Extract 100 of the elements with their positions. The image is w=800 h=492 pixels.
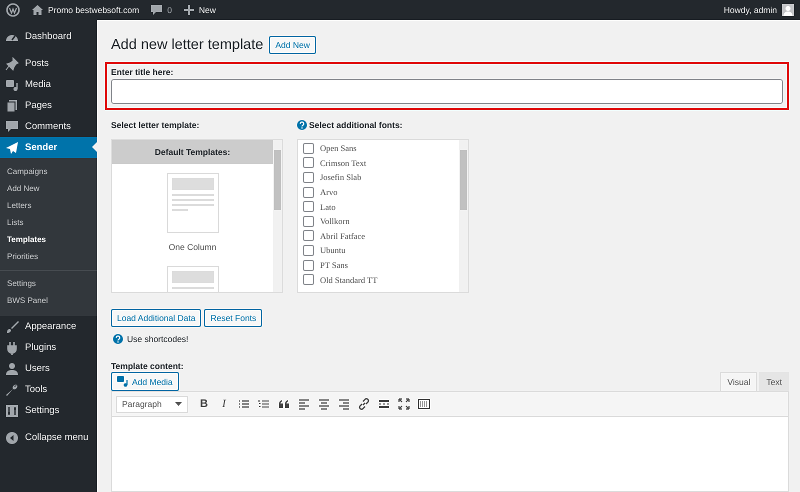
editor-tab[interactable]: Visual [720,372,758,391]
submenu-item[interactable]: Settings [0,270,97,292]
fullscreen-icon [398,398,410,410]
new-link[interactable]: New [184,5,216,15]
wordpress-logo-icon [6,3,20,17]
sidebar-item[interactable]: Settings [0,400,97,421]
sidebar-item[interactable]: Media [0,74,97,95]
checkbox[interactable] [303,172,314,183]
media-icon [117,376,128,387]
font-list[interactable]: Open Sans Crimson Text Josefin Slab Arvo Lato Vollkorn Abril Fatface Ubuntu PT Sans Old Standard TT [297,139,469,293]
template-thumbnail-icon [166,173,218,233]
sidebar-item[interactable]: Pages [0,95,97,116]
checkbox[interactable] [303,186,314,198]
font-name: Abril Fatface [320,230,366,241]
checkbox[interactable] [303,216,314,227]
help-icon [297,120,307,130]
home-icon [32,5,43,15]
sidebar-item[interactable]: Users [0,358,97,379]
pages-icon [5,98,19,112]
speech-bubble-icon [5,120,19,134]
sidebar-item[interactable]: Tools [0,379,97,400]
collapse-menu-button[interactable]: Collapse menu [0,427,97,448]
sidebar-item[interactable]: Sender [0,137,97,158]
template-group-title: Default Templates: [112,140,273,164]
font-name: Lato [320,202,336,212]
font-name: Old Standard TT [320,274,378,285]
checkbox[interactable] [303,260,314,271]
submenu-item[interactable]: BWS Panel [0,292,97,309]
checkbox[interactable] [303,244,314,256]
fonts-label: Select additional fonts: [309,120,403,130]
checkbox[interactable] [303,274,314,286]
link-button[interactable] [356,396,372,412]
numbered-list-icon [258,398,270,410]
checkbox[interactable] [303,201,314,212]
font-name: Arvo [320,187,338,198]
site-link[interactable]: Promo bestwebsoft.com [32,5,140,15]
paper-plane-icon [5,140,19,154]
read-more-icon [378,398,390,410]
font-name: Ubuntu [320,245,346,256]
quote-icon [278,398,290,410]
scrollbar[interactable] [459,140,468,292]
fullscreen-button[interactable] [396,396,412,412]
action-button[interactable]: Load Additional Data [111,309,202,327]
font-name: Josefin Slab [320,172,362,182]
bulleted-list-icon [238,398,250,410]
pushpin-icon [5,56,19,70]
hint-text: Use shortcodes! [127,334,188,344]
sidebar-item[interactable]: Comments [0,116,97,137]
add-new-button[interactable]: Add New [269,36,316,54]
user-icon [5,362,19,376]
font-name: PT Sans [320,260,348,270]
template-label: Select letter template: [111,120,200,130]
title-input[interactable] [111,79,783,104]
settings-icon [5,404,19,418]
sidebar-item[interactable]: Posts [0,53,97,74]
format-dropdown[interactable]: Paragraph [116,396,188,412]
submenu-item[interactable]: Add New [0,180,97,197]
link-icon [358,398,370,410]
align-left-icon [298,398,310,410]
sidebar-item[interactable]: Appearance [0,316,97,337]
add-media-button[interactable]: Add Media [111,372,179,391]
toolbar-toggle-button[interactable] [416,396,432,412]
wrench-icon [5,382,19,396]
checkbox[interactable] [303,157,314,168]
editor-tab[interactable]: Text [759,372,789,391]
paintbrush-icon [5,320,19,334]
font-name: Vollkorn [320,216,350,226]
comments-link[interactable]: 0 [151,4,172,16]
submenu-item[interactable]: Priorities [0,248,97,265]
submenu-item[interactable]: Lists [0,214,97,231]
bold-button[interactable]: B [196,396,212,412]
plus-icon [184,5,194,15]
font-name: Open Sans [320,143,357,154]
action-button[interactable]: Reset Fonts [204,309,262,327]
checkbox[interactable] [303,230,314,242]
sidebar-item[interactable]: Dashboard [0,26,97,47]
align-center-icon [318,398,330,410]
italic-button[interactable]: I [216,396,232,412]
submenu-item[interactable]: Templates [0,231,97,248]
page-heading: Add new letter template [111,37,264,53]
speech-bubble-icon [151,4,162,16]
sidebar-item[interactable]: Plugins [0,337,97,358]
submenu-item[interactable]: Campaigns [0,163,97,180]
left-arrow-circle-icon [5,430,19,444]
plug-icon [5,340,19,354]
account-link[interactable]: Howdy, admin [724,4,794,16]
scrollbar[interactable] [273,140,282,292]
font-name: Crimson Text [320,158,366,168]
checkbox[interactable] [303,142,314,154]
template-list[interactable]: Default Templates: One Column [111,139,283,293]
caret-down-icon [175,402,182,406]
help-icon [113,334,123,344]
title-label: Enter title here: [111,67,174,77]
template-name[interactable]: One Column [168,242,216,252]
content-label: Template content: [111,361,185,371]
avatar-icon [782,4,794,16]
camera-music-icon [5,78,19,92]
align-right-icon [338,398,350,410]
submenu-item[interactable]: Letters [0,197,97,214]
keyboard-icon [418,398,430,410]
